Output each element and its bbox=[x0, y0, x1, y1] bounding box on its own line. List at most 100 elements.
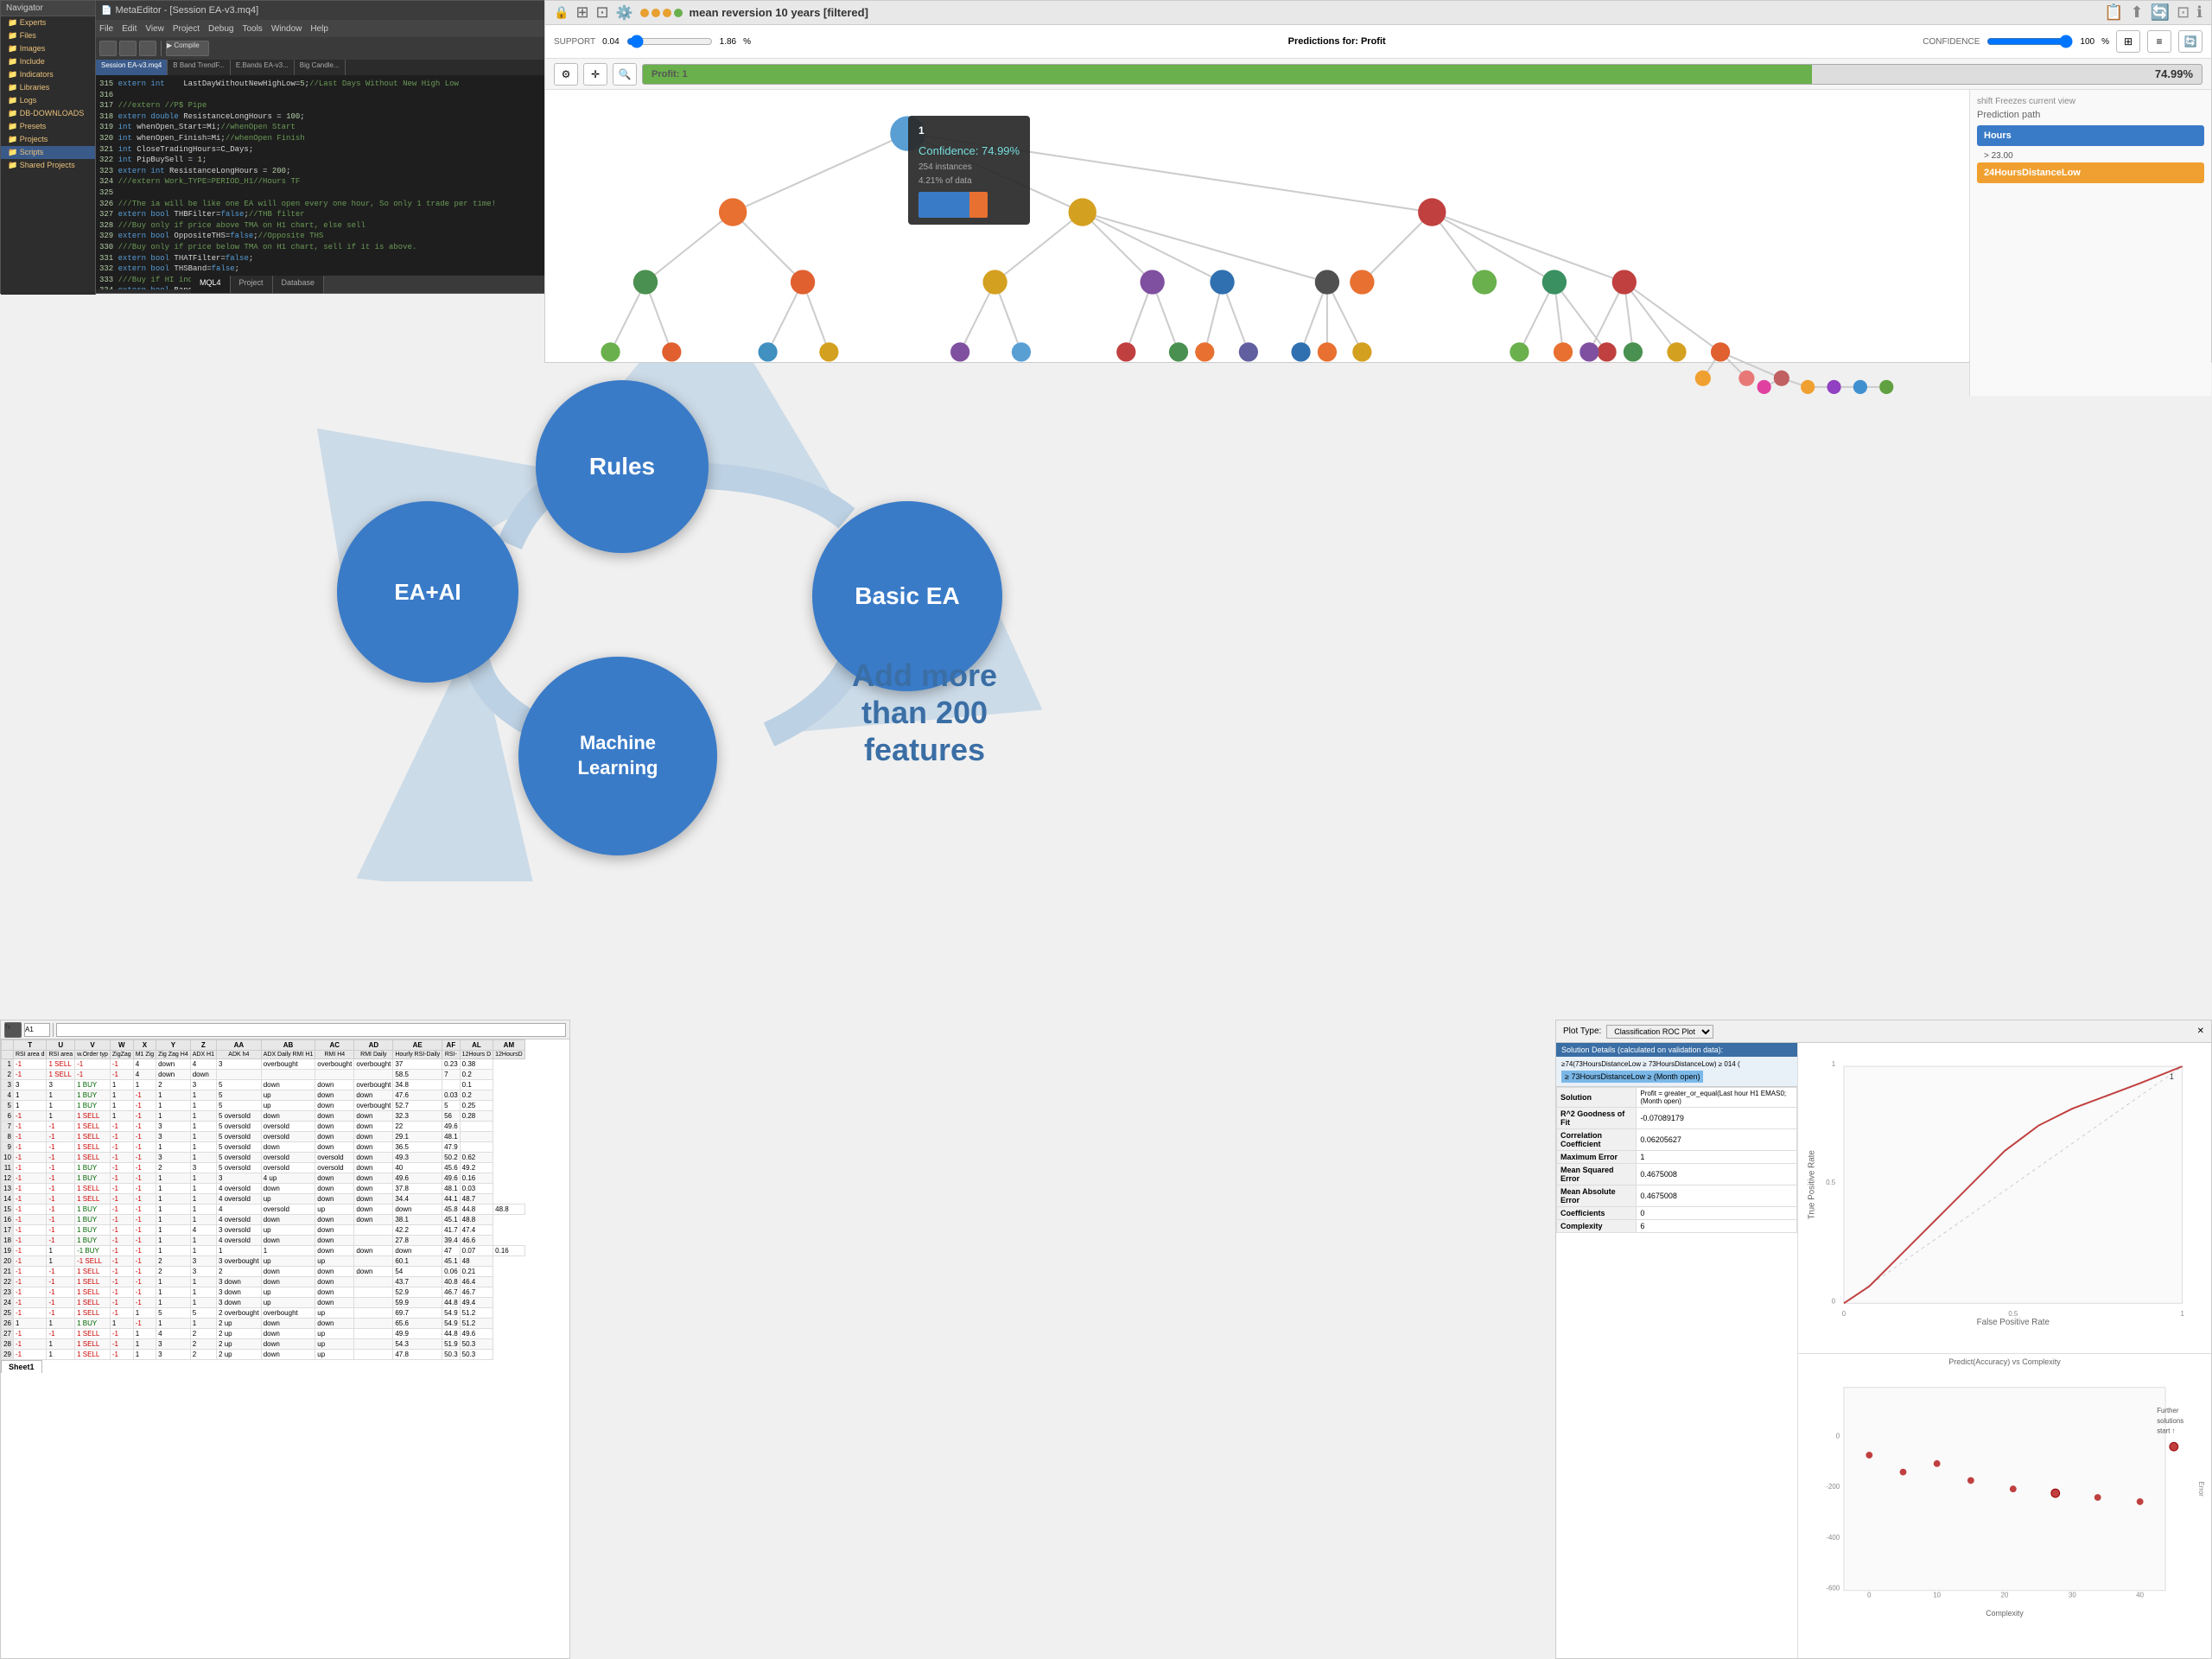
cell-ref-input[interactable] bbox=[24, 1023, 50, 1037]
spreadsheet-scroll[interactable]: T U V W X Y Z AA AB AC AD AE AF AL AM bbox=[1, 1039, 569, 1360]
col-header-y[interactable]: Y bbox=[156, 1040, 191, 1051]
tree-node-fr-4[interactable] bbox=[1758, 380, 1771, 394]
dt-action-btn-5[interactable]: ℹ bbox=[2196, 3, 2202, 22]
col-header-u[interactable]: U bbox=[47, 1040, 75, 1051]
nav-item-files[interactable]: 📁 Files bbox=[1, 29, 95, 42]
ea-ai-node[interactable]: EA+AI bbox=[337, 501, 518, 683]
col-header-ae[interactable]: AE bbox=[393, 1040, 442, 1051]
col-header-x[interactable]: X bbox=[133, 1040, 156, 1051]
col-header-ac[interactable]: AC bbox=[315, 1040, 354, 1051]
tree-node-r2-1[interactable] bbox=[1350, 270, 1374, 294]
toolbar-new[interactable] bbox=[99, 41, 117, 56]
plot-type-select[interactable]: Classification ROC Plot bbox=[1606, 1025, 1713, 1039]
menu-project[interactable]: Project bbox=[173, 24, 200, 34]
nav-item-dbdownloads[interactable]: 📁 DB-DOWNLOADS bbox=[1, 107, 95, 120]
tree-node-l3-12[interactable] bbox=[1318, 342, 1337, 361]
nav-item-presets[interactable]: 📁 Presets bbox=[1, 120, 95, 133]
menu-file[interactable]: File bbox=[99, 24, 113, 34]
col-header-ab[interactable]: AB bbox=[261, 1040, 315, 1051]
menu-debug[interactable]: Debug bbox=[208, 24, 233, 34]
nav-item-images[interactable]: 📁 Images bbox=[1, 42, 95, 55]
tree-node-l3-4[interactable] bbox=[819, 342, 838, 361]
tree-node-l3-2[interactable] bbox=[662, 342, 681, 361]
tree-node-l2-2[interactable] bbox=[791, 270, 815, 294]
tree-node-r3-2[interactable] bbox=[1554, 342, 1573, 361]
tree-node-l3-10[interactable] bbox=[1239, 342, 1258, 361]
col-header-am[interactable]: AM bbox=[493, 1040, 525, 1051]
dt-nav-btn-2[interactable]: ⊡ bbox=[596, 3, 609, 22]
tree-node-l3-1[interactable] bbox=[601, 342, 620, 361]
menu-tools[interactable]: Tools bbox=[242, 24, 262, 34]
tree-node-l3-6[interactable] bbox=[1012, 342, 1031, 361]
tree-node-r3-3[interactable] bbox=[1597, 342, 1616, 361]
dt-tree-area[interactable]: 1 Confidence: 74.99% 254 instances 4.21%… bbox=[545, 90, 1969, 396]
support-slider[interactable] bbox=[626, 35, 713, 48]
me-tab-mql4[interactable]: MQL4 bbox=[191, 276, 231, 293]
tree-node-fr-6[interactable] bbox=[1827, 380, 1840, 394]
code-editor[interactable]: 315 extern int LastDayWithoutNewHighLow=… bbox=[96, 75, 552, 289]
list-view-btn[interactable]: ≡ bbox=[2147, 30, 2171, 53]
tree-node-l3-5[interactable] bbox=[950, 342, 969, 361]
menu-edit[interactable]: Edit bbox=[122, 24, 137, 34]
tree-node-l1-1[interactable] bbox=[719, 198, 747, 226]
tree-node-l1-3[interactable] bbox=[1418, 198, 1446, 226]
menu-help[interactable]: Help bbox=[310, 24, 328, 34]
file-tab-2[interactable]: E.Bands EA-v3... bbox=[231, 60, 295, 75]
tree-node-r3-1[interactable] bbox=[1510, 342, 1529, 361]
tree-node-fr-3[interactable] bbox=[1774, 371, 1789, 386]
refresh-btn[interactable]: 🔄 bbox=[2178, 30, 2202, 53]
tree-node-r2-4[interactable] bbox=[1612, 270, 1637, 294]
nav-item-include[interactable]: 📁 Include bbox=[1, 55, 95, 68]
tree-node-fr-5[interactable] bbox=[1801, 380, 1815, 394]
toolbar-open[interactable] bbox=[119, 41, 137, 56]
col-header-z[interactable]: Z bbox=[190, 1040, 216, 1051]
tree-node-r3-4[interactable] bbox=[1580, 342, 1599, 361]
tree-settings-btn[interactable]: ⚙ bbox=[554, 63, 578, 86]
nav-item-libraries[interactable]: 📁 Libraries bbox=[1, 81, 95, 94]
sheet-btn-1[interactable]: fx bbox=[4, 1022, 22, 1038]
ml-node[interactable]: MachineLearning bbox=[518, 657, 717, 855]
tree-node-r3-6[interactable] bbox=[1667, 342, 1686, 361]
col-header-w[interactable]: W bbox=[110, 1040, 133, 1051]
confidence-slider[interactable] bbox=[1986, 35, 2073, 48]
sheet-tab-sheet1[interactable]: Sheet1 bbox=[1, 1360, 42, 1373]
nav-item-indicators[interactable]: 📁 Indicators bbox=[1, 68, 95, 81]
tree-node-r3-5[interactable] bbox=[1624, 342, 1643, 361]
pred-bar-distance[interactable]: 24HoursDistanceLow bbox=[1977, 162, 2204, 183]
pred-bar-hours[interactable]: Hours bbox=[1977, 125, 2204, 146]
toolbar-compile[interactable]: ▶ Compile bbox=[166, 41, 209, 56]
tree-node-l2-3[interactable] bbox=[982, 270, 1007, 294]
tree-node-l3-11[interactable] bbox=[1291, 342, 1310, 361]
tree-node-l3-8[interactable] bbox=[1169, 342, 1188, 361]
tree-node-l3-3[interactable] bbox=[758, 342, 777, 361]
toolbar-save[interactable] bbox=[139, 41, 156, 56]
tree-node-l3-7[interactable] bbox=[1116, 342, 1135, 361]
dt-action-btn-3[interactable]: 🔄 bbox=[2151, 3, 2170, 22]
col-header-af[interactable]: AF bbox=[442, 1040, 461, 1051]
tree-node-l2-6[interactable] bbox=[1315, 270, 1339, 294]
tree-node-r3-7[interactable] bbox=[1711, 342, 1730, 361]
me-tab-database[interactable]: Database bbox=[273, 276, 325, 293]
zoom-btn[interactable]: 🔍 bbox=[613, 63, 637, 86]
dt-action-btn-2[interactable]: ⬆ bbox=[2131, 3, 2144, 22]
tree-node-r2-2[interactable] bbox=[1472, 270, 1497, 294]
tree-node-fr-1[interactable] bbox=[1695, 371, 1711, 386]
dt-nav-btn-1[interactable]: ⊞ bbox=[575, 3, 588, 22]
tree-node-l1-2[interactable] bbox=[1069, 198, 1096, 226]
tree-node-fr-8[interactable] bbox=[1879, 380, 1893, 394]
rules-node[interactable]: Rules bbox=[536, 380, 709, 553]
file-tab-3[interactable]: Big Candle... bbox=[295, 60, 346, 75]
tree-node-fr-7[interactable] bbox=[1853, 380, 1867, 394]
tree-node-r2-3[interactable] bbox=[1542, 270, 1567, 294]
grid-view-btn[interactable]: ⊞ bbox=[2116, 30, 2140, 53]
menu-window[interactable]: Window bbox=[271, 24, 302, 34]
tree-node-l2-1[interactable] bbox=[633, 270, 658, 294]
nav-item-logs[interactable]: 📁 Logs bbox=[1, 94, 95, 107]
col-header-ad[interactable]: AD bbox=[354, 1040, 393, 1051]
crosshair-btn[interactable]: ✛ bbox=[583, 63, 607, 86]
tree-node-l2-4[interactable] bbox=[1140, 270, 1164, 294]
tree-node-l2-5[interactable] bbox=[1210, 270, 1234, 294]
tree-node-l3-9[interactable] bbox=[1195, 342, 1214, 361]
nav-item-scripts[interactable]: 📁 Scripts bbox=[1, 146, 95, 159]
file-tab-active[interactable]: Session EA-v3.mq4 bbox=[96, 60, 168, 75]
